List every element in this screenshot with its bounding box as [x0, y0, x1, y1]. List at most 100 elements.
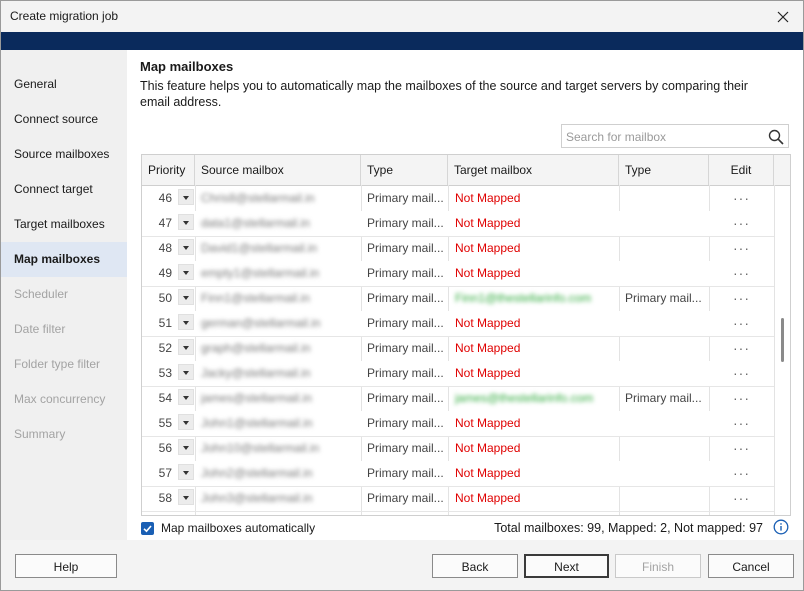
edit-button[interactable]: ··· — [709, 186, 774, 211]
table-row[interactable]: 50 Finn1@stellarmail.in Primary mail... Fin… — [142, 286, 774, 312]
checkbox-checked[interactable] — [141, 521, 154, 535]
target-mailbox-cell: Not Mapped — [455, 316, 521, 330]
sidebar-item-target-mailboxes[interactable]: Target mailboxes — [1, 207, 127, 242]
target-type-cell — [625, 361, 707, 386]
priority-dropdown[interactable] — [178, 364, 194, 380]
source-mailbox-cell: Finn1@stellarmail.in — [201, 291, 310, 305]
table-scrollbar[interactable] — [778, 186, 788, 514]
edit-button[interactable]: ··· — [709, 361, 774, 386]
source-mailbox-cell: John2@stellarmail.in — [201, 466, 313, 480]
source-mailbox-cell: John1@stellarmail.in — [201, 416, 313, 430]
table-row[interactable]: 56 John10@stellarmail.in Primary mail... No… — [142, 436, 774, 462]
cancel-button[interactable]: Cancel — [708, 554, 794, 578]
source-mailbox-cell: John3@stellarmail.in — [201, 491, 313, 505]
table-row[interactable]: 53 Jacky@stellarmail.in Primary mail... Not… — [142, 361, 774, 387]
edit-button[interactable]: ··· — [709, 436, 774, 461]
priority-value: 46 — [158, 191, 172, 205]
priority-dropdown[interactable] — [178, 314, 194, 330]
next-button[interactable]: Next — [524, 554, 609, 578]
priority-dropdown[interactable] — [178, 239, 194, 255]
source-type-cell: Primary mail... — [367, 416, 444, 430]
table-row[interactable]: 57 John2@stellarmail.in Primary mail... Not… — [142, 461, 774, 487]
source-type-cell: Primary mail... — [367, 216, 444, 230]
source-type-cell: Primary mail... — [367, 316, 444, 330]
sidebar-item-source-mailboxes[interactable]: Source mailboxes — [1, 137, 127, 172]
edit-button[interactable]: ··· — [709, 211, 774, 236]
target-type-cell — [625, 436, 707, 461]
table-row[interactable]: 51 german@stellarmail.in Primary mail... No… — [142, 311, 774, 337]
main-content: Map mailboxes This feature helps you to … — [127, 50, 803, 540]
source-type-cell: Primary mail... — [367, 491, 444, 505]
close-icon — [777, 11, 789, 22]
priority-dropdown[interactable] — [178, 439, 194, 455]
source-type-cell: Primary mail... — [367, 191, 444, 205]
table-row[interactable]: 48 David1@stellarmail.in Primary mail... No… — [142, 236, 774, 262]
auto-map-checkbox[interactable]: Map mailboxes automatically — [141, 520, 315, 536]
column-header-source-type[interactable]: Type — [361, 155, 448, 185]
wizard-steps-sidebar: General Connect source Source mailboxes … — [1, 50, 127, 540]
column-header-priority[interactable]: Priority — [142, 155, 195, 185]
priority-value: 56 — [158, 441, 172, 455]
source-mailbox-cell: empty1@stellarmail.in — [201, 266, 320, 280]
source-type-cell: Primary mail... — [367, 466, 444, 480]
sidebar-item-date-filter: Date filter — [14, 322, 66, 336]
back-button[interactable]: Back — [432, 554, 518, 578]
column-header-source-mailbox[interactable]: Source mailbox — [195, 155, 361, 185]
edit-button[interactable]: ··· — [709, 311, 774, 336]
help-button[interactable]: Help — [15, 554, 117, 578]
target-type-cell — [625, 311, 707, 336]
edit-button[interactable]: ··· — [709, 461, 774, 486]
table-row[interactable]: 49 empty1@stellarmail.in Primary mail... No… — [142, 261, 774, 287]
search-icon[interactable] — [768, 129, 784, 145]
page-description: This feature helps you to automatically … — [140, 79, 748, 109]
search-input[interactable] — [564, 127, 766, 147]
close-button[interactable] — [763, 1, 803, 32]
table-row[interactable]: 52 graph@stellarmail.in Primary mail... Not… — [142, 336, 774, 362]
edit-button[interactable]: ··· — [709, 236, 774, 261]
edit-button[interactable]: ··· — [709, 386, 774, 411]
sidebar-item-map-mailboxes[interactable]: Map mailboxes — [1, 242, 127, 277]
target-type-cell — [625, 186, 707, 211]
column-header-edit[interactable]: Edit — [709, 155, 774, 185]
priority-dropdown[interactable] — [178, 214, 194, 230]
auto-map-label[interactable]: Map mailboxes automatically — [161, 521, 315, 535]
sidebar-item-connect-source[interactable]: Connect source — [1, 102, 127, 137]
column-header-target-mailbox[interactable]: Target mailbox — [448, 155, 619, 185]
target-mailbox-cell: Not Mapped — [455, 216, 521, 230]
priority-dropdown[interactable] — [178, 489, 194, 505]
sidebar-item-connect-target[interactable]: Connect target — [1, 172, 127, 207]
table-row[interactable]: 46 Chris8@stellarmail.in Primary mail... No… — [142, 186, 774, 212]
edit-button[interactable]: ··· — [709, 486, 774, 511]
table-row[interactable]: 55 John1@stellarmail.in Primary mail... Not… — [142, 411, 774, 437]
search-box — [561, 124, 789, 148]
source-type-cell: Primary mail... — [367, 241, 444, 255]
priority-dropdown[interactable] — [178, 339, 194, 355]
edit-button[interactable]: ··· — [709, 336, 774, 361]
priority-dropdown[interactable] — [178, 289, 194, 305]
priority-dropdown[interactable] — [178, 189, 194, 205]
edit-button[interactable]: ··· — [709, 286, 774, 311]
edit-button[interactable]: ··· — [709, 411, 774, 436]
target-mailbox-cell: Not Mapped — [455, 491, 521, 505]
target-type-cell — [625, 211, 707, 236]
table-row[interactable]: 58 John3@stellarmail.in Primary mail... Not… — [142, 486, 774, 512]
priority-dropdown[interactable] — [178, 414, 194, 430]
target-mailbox-cell: Not Mapped — [455, 416, 521, 430]
edit-button[interactable]: ··· — [709, 261, 774, 286]
table-row[interactable]: 54 james@stellarmail.in Primary mail... jam… — [142, 386, 774, 412]
priority-dropdown[interactable] — [178, 464, 194, 480]
priority-dropdown[interactable] — [178, 264, 194, 280]
sidebar-item-folder-type-filter: Folder type filter — [14, 357, 101, 371]
source-type-cell: Primary mail... — [367, 391, 444, 405]
info-icon[interactable] — [773, 519, 789, 535]
priority-dropdown[interactable] — [178, 389, 194, 405]
source-type-cell: Primary mail... — [367, 341, 444, 355]
column-header-target-type[interactable]: Type — [619, 155, 709, 185]
target-mailbox-cell: Not Mapped — [455, 366, 521, 380]
target-type-cell — [625, 236, 707, 261]
priority-value: 53 — [158, 366, 172, 380]
scrollbar-thumb[interactable] — [781, 318, 784, 362]
table-row[interactable]: 47 data1@stellarmail.in Primary mail... Not… — [142, 211, 774, 237]
sidebar-item-general[interactable]: General — [1, 67, 127, 102]
target-mailbox-cell: Finn1@thestellarinfo.com — [455, 291, 592, 305]
